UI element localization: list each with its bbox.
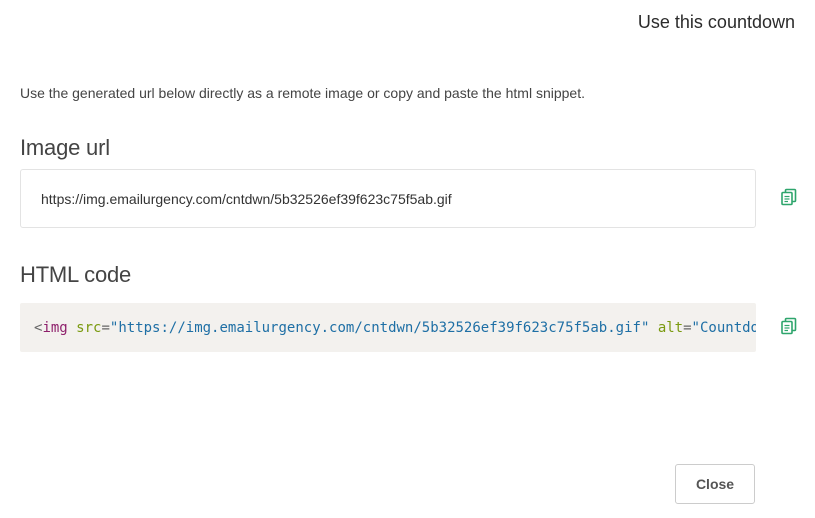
code-open-bracket: < (34, 319, 43, 336)
code-alt-quote: " (691, 319, 700, 336)
intro-text: Use the generated url below directly as … (20, 85, 585, 101)
close-button[interactable]: Close (675, 464, 755, 504)
code-tag: img (42, 319, 68, 336)
html-code-snippet[interactable]: < img src = " https://img.emailurgency.com/c… (20, 303, 756, 352)
image-url-value: https://img.emailurgency.com/cntdwn/5b32… (41, 190, 452, 207)
copy-icon[interactable] (780, 317, 798, 335)
html-code-heading: HTML code (20, 262, 132, 287)
code-attr-src: src (76, 319, 102, 336)
copy-html-icon-graphic (781, 317, 797, 335)
image-url-heading: Image url (20, 135, 110, 160)
copy-url-icon-graphic (781, 188, 797, 206)
code-attr-alt: alt (657, 319, 684, 336)
copy-icon[interactable] (780, 188, 798, 206)
countdown-modal: Use this countdown Use the generated url… (0, 0, 815, 518)
code-quote-close: " (640, 319, 650, 336)
code-alt-value: Countdo (699, 319, 756, 336)
code-src-value: https://img.emailurgency.com/cntdwn/5b32… (118, 319, 641, 336)
image-url-field[interactable]: https://img.emailurgency.com/cntdwn/5b32… (20, 169, 756, 228)
code-quote-open: " (109, 319, 119, 336)
modal-title: Use this countdown (637, 12, 795, 32)
code-equals-alt: = (683, 319, 692, 336)
code-equals: = (101, 319, 110, 336)
